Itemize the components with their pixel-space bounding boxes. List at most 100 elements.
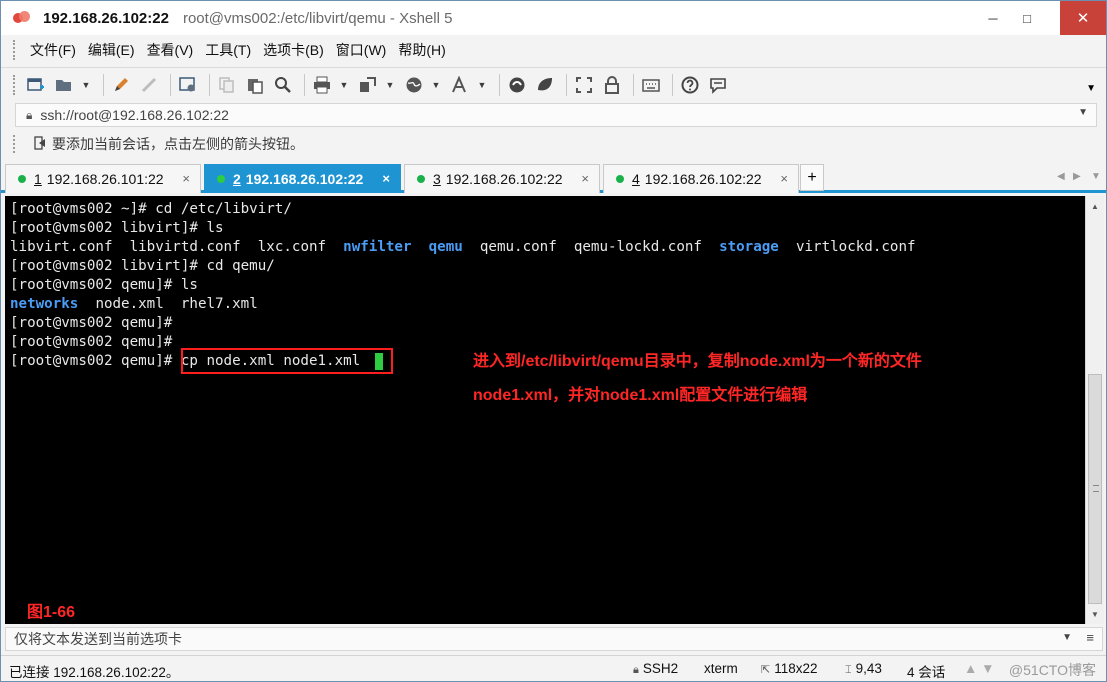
- compose-dropdown-icon[interactable]: ▼: [1062, 632, 1072, 643]
- chat-icon[interactable]: [706, 73, 730, 97]
- session-count: 4 会话: [907, 665, 946, 680]
- hintbar-grip: [13, 135, 16, 153]
- status-arrows-icon[interactable]: ▲ ▼: [964, 661, 994, 676]
- transfer-dropdown-icon[interactable]: ▼: [384, 73, 396, 97]
- tab-label: 192.168.26.101:22: [46, 171, 164, 187]
- menubar-grip: [13, 40, 16, 60]
- help-icon[interactable]: [678, 73, 702, 97]
- file-name: node.xml: [95, 296, 164, 312]
- terminal-size: ⇱ 118x22: [761, 661, 818, 676]
- properties-icon[interactable]: [176, 73, 200, 97]
- maximize-button[interactable]: □: [1010, 1, 1044, 35]
- file-name: libvirtd.conf: [129, 239, 241, 255]
- lock-icon[interactable]: [600, 73, 624, 97]
- font-icon[interactable]: [448, 73, 472, 97]
- menu-window[interactable]: 窗口(W): [330, 35, 393, 65]
- scrollbar-thumb[interactable]: [1088, 374, 1102, 604]
- cursor-icon: ⌶: [845, 664, 852, 676]
- annotation-line-1: 进入到/etc/libvirt/qemu目录中，复制node.xml为一个新的文…: [473, 353, 922, 370]
- terminal-line: [root@vms002 libvirt]# cd qemu/: [10, 258, 275, 274]
- add-tab-button[interactable]: +: [800, 164, 824, 191]
- menu-tabs[interactable]: 选项卡(B): [257, 35, 330, 65]
- scroll-down-icon[interactable]: ▼: [1086, 606, 1104, 622]
- resize-icon: ⇱: [761, 664, 771, 676]
- find-icon[interactable]: [271, 73, 295, 97]
- cursor-pos-text: 9,43: [855, 661, 882, 676]
- address-value: ssh://root@192.168.26.102:22: [40, 107, 229, 123]
- file-name: qemu-lockd.conf: [573, 239, 702, 255]
- address-bar[interactable]: 🔒︎ ssh://root@192.168.26.102:22 ▼: [15, 103, 1097, 127]
- print-icon[interactable]: [310, 73, 334, 97]
- tab-2[interactable]: 2 192.168.26.102:22 ×: [204, 164, 401, 193]
- tab-close-icon[interactable]: ×: [182, 171, 190, 186]
- lock-icon: 🔒︎: [26, 107, 33, 122]
- terminal-scrollbar[interactable]: ▲ ▼: [1085, 196, 1104, 624]
- tab-close-icon[interactable]: ×: [581, 171, 589, 186]
- toolbar-overflow-icon[interactable]: ▼: [1086, 83, 1096, 94]
- menu-view[interactable]: 查看(V): [141, 35, 200, 65]
- tab-scroll-left-icon[interactable]: ◀: [1057, 171, 1065, 182]
- xshell-logo-icon[interactable]: [13, 10, 31, 26]
- tab-close-icon[interactable]: ×: [780, 171, 788, 186]
- menu-edit[interactable]: 编辑(E): [82, 35, 141, 65]
- scroll-up-icon[interactable]: ▲: [1086, 198, 1104, 214]
- pencil-icon[interactable]: [109, 73, 133, 97]
- open-dropdown-icon[interactable]: ▼: [80, 73, 92, 97]
- menu-help[interactable]: 帮助(H): [392, 35, 451, 65]
- print-dropdown-icon[interactable]: ▼: [338, 73, 350, 97]
- paste-icon[interactable]: [243, 73, 267, 97]
- tab-close-icon[interactable]: ×: [382, 171, 390, 186]
- transfer-icon[interactable]: [356, 73, 380, 97]
- open-folder-icon[interactable]: [52, 73, 76, 97]
- toolbar-separator: [304, 73, 305, 96]
- tab-bar: 1 192.168.26.101:22 × 2 192.168.26.102:2…: [1, 161, 1106, 193]
- address-dropdown-icon[interactable]: ▼: [1078, 107, 1088, 118]
- cursor-position: ⌶ 9,43: [845, 661, 882, 677]
- hint-text: 要添加当前会话，点击左侧的箭头按钮。: [52, 136, 304, 152]
- toolbar-separator: [633, 73, 634, 96]
- connection-status: 已连接 192.168.26.102:22。: [9, 665, 180, 680]
- protocol-text: SSH2: [642, 661, 679, 676]
- tab-3[interactable]: 3 192.168.26.102:22 ×: [404, 164, 600, 193]
- xftp-icon[interactable]: [505, 73, 529, 97]
- toolbar-separator: [170, 73, 171, 96]
- terminal-type: xterm: [704, 661, 738, 676]
- tab-number: 4: [632, 171, 640, 187]
- lock-icon: 🔒︎: [633, 664, 639, 676]
- compose-bar[interactable]: 仅将文本发送到当前选项卡 ▼ ≡: [5, 627, 1103, 651]
- file-name: libvirt.conf: [10, 239, 113, 255]
- connected-dot-icon: [18, 175, 26, 183]
- tab-1[interactable]: 1 192.168.26.101:22 ×: [5, 164, 201, 193]
- globe-dropdown-icon[interactable]: ▼: [430, 73, 442, 97]
- window-subtitle: root@vms002:/etc/libvirt/qemu - Xshell 5: [182, 9, 453, 27]
- keyboard-icon[interactable]: [639, 73, 663, 97]
- highlight-box: [181, 348, 393, 374]
- compose-menu-icon[interactable]: ≡: [1086, 630, 1094, 645]
- directory-name: nwfilter: [343, 239, 412, 255]
- copy-icon[interactable]: [215, 73, 239, 97]
- toolbar-separator: [566, 73, 567, 96]
- close-button[interactable]: ✕: [1060, 1, 1106, 35]
- terminal-screen[interactable]: [root@vms002 ~]# cd /etc/libvirt/ [root@…: [5, 196, 1085, 624]
- tab-scroll-right-icon[interactable]: ▶: [1073, 171, 1081, 182]
- toolbar-separator: [209, 73, 210, 96]
- tab-number: 1: [34, 171, 42, 187]
- tab-label: 192.168.26.102:22: [445, 171, 563, 187]
- minimize-button[interactable]: ─: [976, 1, 1010, 35]
- font-dropdown-icon[interactable]: ▼: [476, 73, 488, 97]
- menu-file[interactable]: 文件(F): [24, 35, 82, 65]
- disconnect-icon[interactable]: [137, 73, 161, 97]
- hint-bar: 要添加当前会话，点击左侧的箭头按钮。: [13, 131, 1103, 157]
- fullscreen-icon[interactable]: [572, 73, 596, 97]
- globe-icon[interactable]: [402, 73, 426, 97]
- tab-list-icon[interactable]: ▼: [1091, 171, 1101, 182]
- protocol-status: 🔒︎ SSH2: [633, 661, 678, 677]
- menu-tools[interactable]: 工具(T): [199, 35, 257, 65]
- tab-label: 192.168.26.102:22: [644, 171, 762, 187]
- terminal-prompt: [root@vms002 qemu]#: [10, 353, 173, 369]
- xmanager-icon[interactable]: [533, 73, 557, 97]
- add-session-arrow-icon[interactable]: [34, 135, 46, 153]
- new-session-icon[interactable]: [24, 73, 48, 97]
- tab-4[interactable]: 4 192.168.26.102:22 ×: [603, 164, 799, 193]
- toolbar-separator: [103, 73, 104, 96]
